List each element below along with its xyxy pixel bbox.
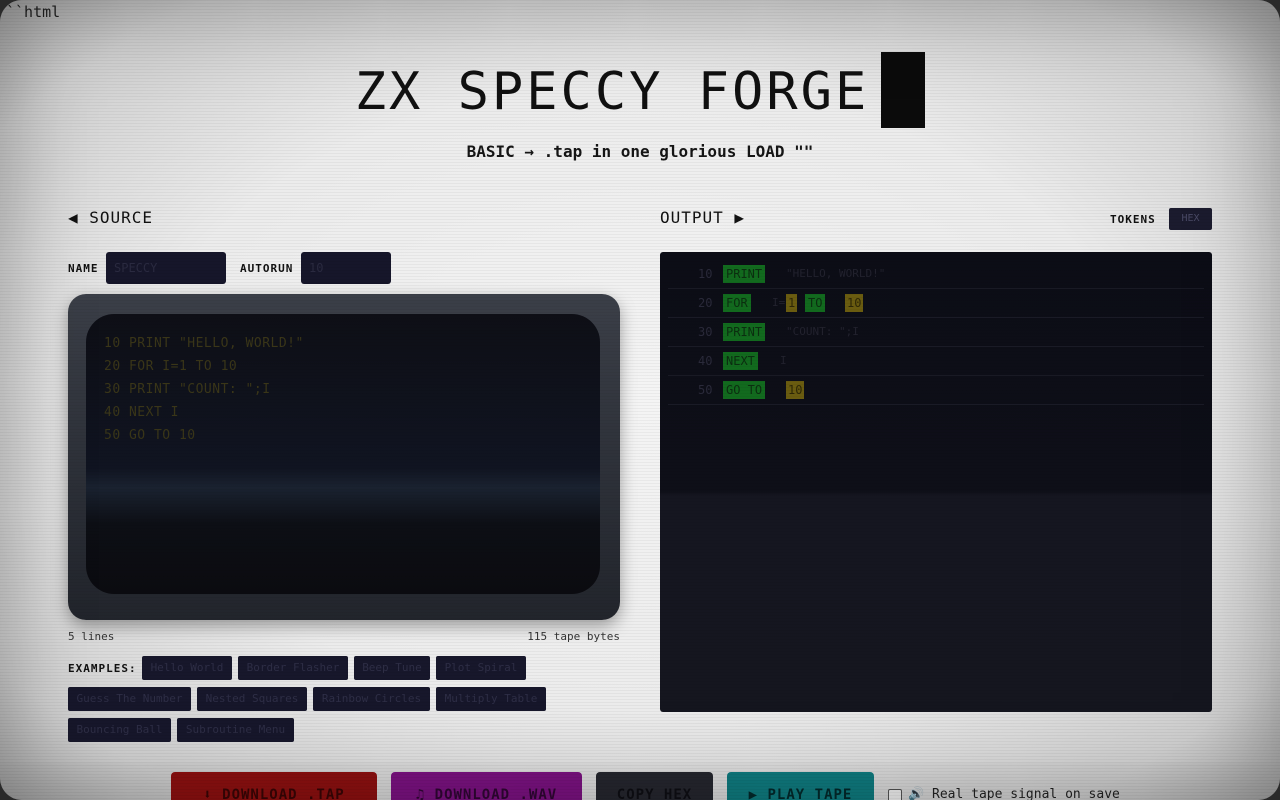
token-text: "HELLO, WORLD!" bbox=[786, 267, 886, 280]
token-number: 10 bbox=[845, 294, 864, 312]
name-label: NAME bbox=[68, 262, 99, 275]
token-keyword: GO TO bbox=[723, 381, 766, 399]
example-nested-squares[interactable]: Nested Squares bbox=[197, 687, 307, 711]
token-keyword: TO bbox=[805, 294, 826, 312]
line-number: 40 bbox=[698, 354, 713, 368]
token-row: 20 FOR I= 1 TO 10 bbox=[668, 289, 1204, 318]
token-number: 10 bbox=[786, 381, 805, 399]
example-hello-world[interactable]: Hello World bbox=[142, 656, 232, 680]
output-heading: OUTPUT ▶ bbox=[660, 208, 746, 227]
token-text: "COUNT: ";I bbox=[786, 325, 859, 338]
line-count: 5 lines bbox=[68, 630, 115, 643]
play-tape-button[interactable]: ▶ PLAY TAPE bbox=[727, 772, 874, 800]
line-number: 20 bbox=[698, 296, 713, 310]
token-row: 30 PRINT "COUNT: ";I bbox=[668, 318, 1204, 347]
crt-monitor: 10 PRINT "HELLO, WORLD!" 20 FOR I=1 TO 1… bbox=[68, 294, 620, 620]
hex-tab[interactable]: HEX bbox=[1169, 208, 1212, 230]
token-row: 40 NEXT I bbox=[668, 347, 1204, 376]
example-plot-spiral[interactable]: Plot Spiral bbox=[436, 656, 526, 680]
code-line: 10 PRINT "HELLO, WORLD!" bbox=[104, 336, 304, 351]
example-guess-the-number[interactable]: Guess The Number bbox=[68, 687, 191, 711]
example-bouncing-ball[interactable]: Bouncing Ball bbox=[68, 718, 171, 742]
code-line: 30 PRINT "COUNT: ";I bbox=[104, 382, 271, 397]
examples-label: EXAMPLES: bbox=[68, 662, 137, 675]
download-tap-button[interactable]: ⬇ DOWNLOAD .TAP bbox=[171, 772, 377, 800]
token-keyword: FOR bbox=[723, 294, 751, 312]
token-number: 1 bbox=[786, 294, 798, 312]
autorun-label: AUTORUN bbox=[240, 262, 294, 275]
example-beep-tune[interactable]: Beep Tune bbox=[354, 656, 430, 680]
token-row: 10 PRINT "HELLO, WORLD!" bbox=[668, 260, 1204, 289]
code-line: 50 GO TO 10 bbox=[104, 428, 196, 443]
example-border-flasher[interactable]: Border Flasher bbox=[238, 656, 348, 680]
code-line: 20 FOR I=1 TO 10 bbox=[104, 359, 238, 374]
example-rainbow-circles[interactable]: Rainbow Circles bbox=[313, 687, 430, 711]
line-number: 10 bbox=[698, 267, 713, 281]
real-signal-label: 🔊 Real tape signal on save bbox=[908, 787, 1120, 800]
token-text: I= bbox=[772, 296, 786, 309]
stray-text: ``html bbox=[6, 3, 61, 21]
cursor-block-icon bbox=[881, 52, 926, 128]
app-screen: ``html ZX SPECCY FORGE BASIC → .tap in o… bbox=[0, 0, 1280, 800]
token-keyword: PRINT bbox=[723, 323, 766, 341]
tokens-tab[interactable]: TOKENS bbox=[1110, 213, 1156, 226]
name-input[interactable] bbox=[106, 252, 226, 284]
code-line: 40 NEXT I bbox=[104, 405, 179, 420]
autorun-input[interactable] bbox=[301, 252, 391, 284]
page-title-text: ZX SPECCY FORGE bbox=[354, 62, 870, 122]
token-text: I bbox=[780, 354, 787, 367]
code-editor[interactable]: 10 PRINT "HELLO, WORLD!" 20 FOR I=1 TO 1… bbox=[86, 314, 600, 594]
example-multiply-table[interactable]: Multiply Table bbox=[436, 687, 546, 711]
output-panel: 10 PRINT "HELLO, WORLD!" 20 FOR I= 1 TO … bbox=[660, 252, 1212, 712]
example-subroutine-menu[interactable]: Subroutine Menu bbox=[177, 718, 294, 742]
token-keyword: NEXT bbox=[723, 352, 758, 370]
source-heading: ◀ SOURCE bbox=[68, 208, 154, 227]
token-keyword: PRINT bbox=[723, 265, 766, 283]
page-subtitle: BASIC → .tap in one glorious LOAD "" bbox=[466, 142, 814, 161]
line-number: 50 bbox=[698, 383, 713, 397]
line-number: 30 bbox=[698, 325, 713, 339]
token-row: 50 GO TO 10 bbox=[668, 376, 1204, 405]
copy-hex-button[interactable]: COPY HEX bbox=[596, 772, 713, 800]
page-title: ZX SPECCY FORGE bbox=[0, 52, 1280, 132]
real-signal-checkbox[interactable] bbox=[888, 789, 902, 800]
download-wav-button[interactable]: ♫ DOWNLOAD .WAV bbox=[391, 772, 582, 800]
tape-bytes: 115 tape bytes bbox=[527, 630, 620, 643]
